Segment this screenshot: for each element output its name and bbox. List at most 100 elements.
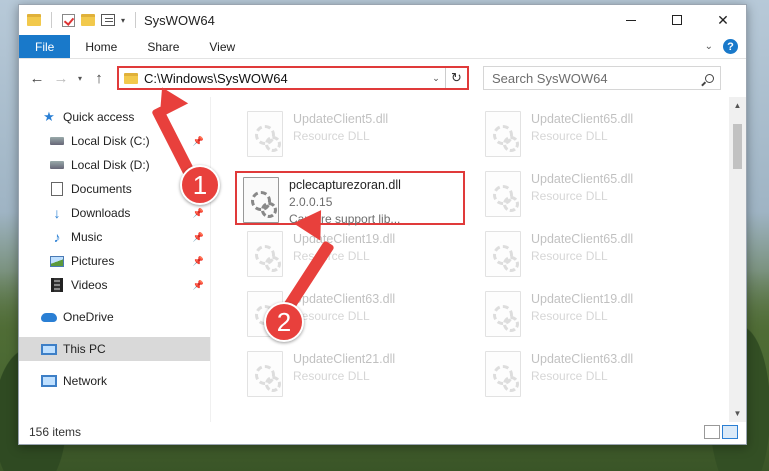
- expand-ribbon-icon[interactable]: ⌄: [705, 41, 713, 52]
- view-toggle: [704, 425, 746, 439]
- window-title: SysWOW64: [144, 12, 215, 28]
- dll-file-icon: [485, 231, 521, 277]
- sidebar-item-music[interactable]: ♪ Music 📌: [19, 225, 210, 249]
- tab-file[interactable]: File: [19, 35, 71, 58]
- file-name: pclecapturezoran.dll: [289, 178, 401, 192]
- refresh-icon[interactable]: ↻: [445, 68, 467, 88]
- scrollbar-thumb[interactable]: [733, 124, 742, 169]
- customize-toolbar-icon[interactable]: ▾: [121, 16, 125, 25]
- sidebar-item-pictures[interactable]: Pictures 📌: [19, 249, 210, 273]
- file-item[interactable]: UpdateClient19.dll Resource DLL: [241, 227, 471, 281]
- ribbon-right: ⌄ ?: [705, 35, 746, 58]
- title-bar: ▾ SysWOW64 ✕: [19, 5, 746, 35]
- documents-icon: [49, 182, 65, 196]
- file-type: Resource DLL: [531, 129, 608, 143]
- pin-icon[interactable]: 📌: [193, 232, 204, 243]
- sidebar-item-label: This PC: [63, 342, 106, 356]
- sidebar-item-onedrive[interactable]: OneDrive: [19, 305, 210, 329]
- minimize-icon: [626, 19, 636, 21]
- new-folder-icon[interactable]: [81, 14, 95, 26]
- drive-icon: [49, 158, 65, 172]
- tab-home[interactable]: Home: [70, 35, 132, 58]
- dll-file-icon: [247, 231, 283, 277]
- back-button[interactable]: ←: [25, 66, 49, 90]
- dll-file-icon: [247, 351, 283, 397]
- file-name: UpdateClient19.dll: [293, 232, 396, 246]
- dll-file-icon: [485, 111, 521, 157]
- maximize-icon: [672, 15, 682, 25]
- file-type: Resource DLL: [293, 249, 370, 263]
- back-arrow-icon: ←: [29, 69, 45, 87]
- music-note-icon: ♪: [53, 229, 61, 245]
- explorer-window: ▾ SysWOW64 ✕ File Home Share View ⌄ ? ← …: [18, 4, 747, 445]
- file-name: UpdateClient19.dll: [531, 292, 634, 306]
- file-item-highlighted[interactable]: pclecapturezoran.dll 2.0.0.15 Capture supp…: [235, 171, 465, 226]
- file-type: Resource DLL: [293, 369, 370, 383]
- sidebar-item-label: Downloads: [71, 206, 131, 220]
- file-type: Resource DLL: [531, 189, 608, 203]
- content-area: ★ Quick access Local Disk (C:) 📌 Local D…: [19, 97, 746, 422]
- file-name: UpdateClient65.dll: [531, 172, 634, 186]
- item-count: 156 items: [29, 425, 82, 439]
- file-item[interactable]: UpdateClient5.dll Resource DLL: [241, 107, 471, 161]
- window-controls: ✕: [608, 5, 746, 35]
- help-icon[interactable]: ?: [723, 39, 738, 54]
- pin-icon[interactable]: 📌: [193, 256, 204, 267]
- maximize-button[interactable]: [654, 5, 700, 35]
- sidebar-item-quick-access[interactable]: ★ Quick access: [19, 105, 210, 129]
- file-item[interactable]: UpdateClient65.dll Resource DLL: [479, 167, 709, 221]
- file-type: Resource DLL: [531, 309, 608, 323]
- toolbar-divider: [135, 12, 137, 28]
- file-item[interactable]: UpdateClient63.dll Resource DLL: [479, 347, 709, 401]
- file-item[interactable]: UpdateClient19.dll Resource DLL: [479, 287, 709, 341]
- forward-button[interactable]: →: [49, 66, 73, 90]
- pin-icon[interactable]: 📌: [193, 136, 204, 147]
- pin-icon[interactable]: 📌: [193, 208, 204, 219]
- file-item[interactable]: UpdateClient65.dll Resource DLL: [479, 227, 709, 281]
- properties-check-icon[interactable]: [62, 13, 75, 27]
- file-type: Resource DLL: [531, 249, 608, 263]
- details-view-icon[interactable]: [704, 425, 720, 439]
- step-badge-1: 1: [180, 165, 220, 205]
- pin-icon[interactable]: 📌: [193, 280, 204, 291]
- search-icon[interactable]: [698, 73, 720, 83]
- file-type: Resource DLL: [531, 369, 608, 383]
- dll-file-icon: [485, 171, 521, 217]
- tab-share[interactable]: Share: [132, 35, 194, 58]
- status-bar: 156 items: [19, 420, 746, 444]
- sidebar-item-videos[interactable]: Videos 📌: [19, 273, 210, 297]
- tab-view[interactable]: View: [194, 35, 250, 58]
- film-icon: [49, 278, 65, 292]
- address-dropdown-icon[interactable]: ⌄: [427, 73, 445, 84]
- file-item[interactable]: UpdateClient21.dll Resource DLL: [241, 347, 471, 401]
- file-name: UpdateClient63.dll: [293, 292, 396, 306]
- search-box[interactable]: Search SysWOW64: [483, 66, 721, 90]
- file-item[interactable]: UpdateClient65.dll Resource DLL: [479, 107, 709, 161]
- search-input[interactable]: Search SysWOW64: [492, 71, 698, 86]
- sidebar-item-downloads[interactable]: ↓ Downloads 📌: [19, 201, 210, 225]
- sidebar-item-label: Network: [63, 374, 108, 388]
- sidebar-item-label: Local Disk (C:): [71, 134, 150, 148]
- folder-icon: [27, 14, 41, 26]
- close-icon: ✕: [717, 11, 729, 28]
- sidebar-item-label: OneDrive: [63, 310, 114, 324]
- up-button[interactable]: ↑: [87, 66, 111, 90]
- address-path[interactable]: C:\Windows\SysWOW64: [144, 71, 427, 86]
- scroll-up-icon[interactable]: ▲: [729, 97, 746, 114]
- dll-file-icon: [485, 351, 521, 397]
- recent-locations-button[interactable]: ▾: [73, 74, 87, 83]
- minimize-button[interactable]: [608, 5, 654, 35]
- close-button[interactable]: ✕: [700, 5, 746, 35]
- sidebar-item-this-pc[interactable]: This PC: [19, 337, 210, 361]
- navigation-bar: ← → ▾ ↑ C:\Windows\SysWOW64 ⌄ ↻ Search S…: [19, 59, 746, 97]
- vertical-scrollbar[interactable]: ▲ ▼: [729, 97, 746, 422]
- network-icon: [41, 374, 57, 388]
- sidebar-item-network[interactable]: Network: [19, 369, 210, 393]
- large-icons-view-icon[interactable]: [722, 425, 738, 439]
- rename-icon[interactable]: [101, 14, 115, 26]
- up-arrow-icon: ↑: [95, 69, 103, 87]
- download-icon: ↓: [53, 205, 61, 221]
- file-name: UpdateClient21.dll: [293, 352, 396, 366]
- file-name: UpdateClient5.dll: [293, 112, 389, 126]
- file-type: Resource DLL: [293, 309, 370, 323]
